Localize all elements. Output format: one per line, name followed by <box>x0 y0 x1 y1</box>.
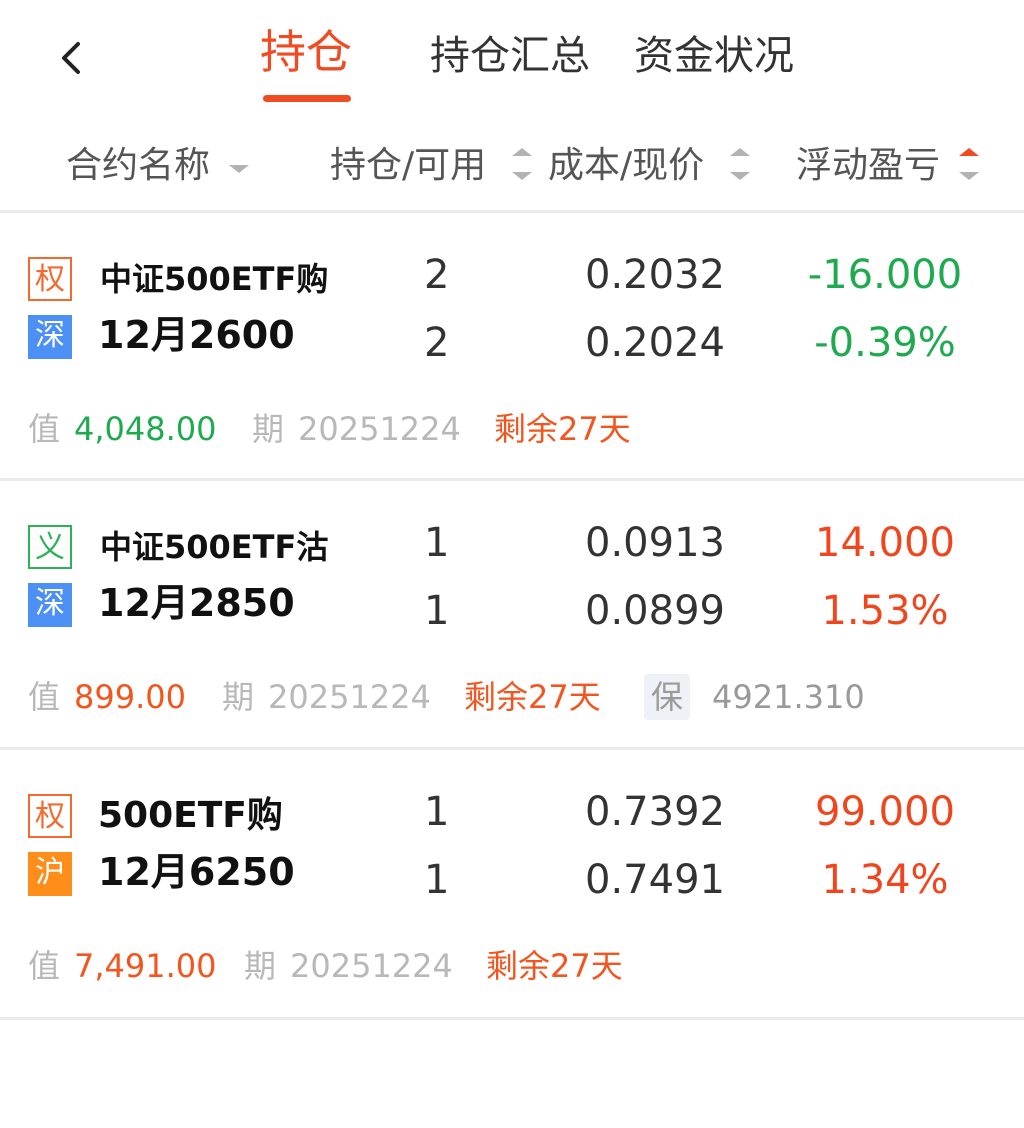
expiry-date: 20251224 <box>298 410 461 448</box>
sort-up-icon <box>730 148 750 156</box>
exchange-badge: 沪 <box>28 852 72 896</box>
expiry-label: 期 <box>222 678 255 716</box>
floating-pnl: 99.000 <box>815 789 955 835</box>
expiry-label: 期 <box>252 410 285 448</box>
active-tab-indicator <box>263 95 351 102</box>
position-row[interactable]: 权 500ETF购 沪 12月6250 1 1 0.7392 0.7491 99… <box>0 750 1024 1018</box>
available-qty: 2 <box>424 320 450 366</box>
position-qty: 1 <box>424 789 450 835</box>
days-remaining: 剩余27天 <box>486 947 623 985</box>
position-row[interactable]: 义 中证500ETF沽 深 12月2850 1 1 0.0913 0.0899 … <box>0 481 1024 749</box>
back-button[interactable] <box>50 34 94 82</box>
tab-fund-status[interactable]: 资金状况 <box>634 28 794 84</box>
cost-price: 0.0913 <box>585 520 725 566</box>
sort-down-icon <box>730 172 750 180</box>
expiry-date: 20251224 <box>268 678 431 716</box>
top-nav-bar: 持仓 持仓汇总 资金状况 <box>0 0 1024 110</box>
value-label: 值 <box>28 678 61 716</box>
option-type-badge: 权 <box>28 794 72 838</box>
market-value: 7,491.00 <box>74 947 217 985</box>
floating-pnl-percent: -0.39% <box>814 320 956 366</box>
option-type-badge: 权 <box>28 257 72 301</box>
dropdown-icon <box>229 165 249 173</box>
market-value: 4,048.00 <box>74 410 217 448</box>
column-contract-name[interactable]: 合约名称 <box>66 138 210 194</box>
floating-pnl-percent: 1.34% <box>821 857 949 903</box>
divider <box>0 1017 1024 1020</box>
current-price: 0.7491 <box>585 857 725 903</box>
column-position-available[interactable]: 持仓/可用 <box>330 138 486 194</box>
position-qty: 2 <box>424 252 450 298</box>
margin-amount: 4921.310 <box>712 678 865 716</box>
sort-down-icon <box>959 172 979 180</box>
exchange-badge: 深 <box>28 583 72 627</box>
sort-down-icon <box>512 172 532 180</box>
contract-month-strike: 12月2600 <box>98 313 295 357</box>
column-cost-current[interactable]: 成本/现价 <box>548 138 704 194</box>
days-remaining: 剩余27天 <box>464 678 601 716</box>
tab-positions[interactable]: 持仓 <box>260 24 352 80</box>
position-qty: 1 <box>424 520 450 566</box>
cost-price: 0.2032 <box>585 252 725 298</box>
floating-pnl: -16.000 <box>807 252 963 298</box>
market-value: 899.00 <box>74 678 186 716</box>
sort-up-icon <box>512 148 532 156</box>
sort-up-active-icon <box>959 148 979 156</box>
expiry-date: 20251224 <box>290 947 453 985</box>
value-label: 值 <box>28 410 61 448</box>
available-qty: 1 <box>424 857 450 903</box>
available-qty: 1 <box>424 588 450 634</box>
option-type-badge: 义 <box>28 525 72 569</box>
contract-name: 中证500ETF购 <box>100 260 329 298</box>
contract-month-strike: 12月2850 <box>98 581 295 625</box>
margin-badge: 保 <box>644 674 690 720</box>
floating-pnl: 14.000 <box>815 520 955 566</box>
contract-name: 500ETF购 <box>98 795 283 836</box>
days-remaining: 剩余27天 <box>494 410 631 448</box>
contract-month-strike: 12月6250 <box>98 850 295 894</box>
value-label: 值 <box>28 947 61 985</box>
column-floating-pnl[interactable]: 浮动盈亏 <box>796 138 940 194</box>
contract-name: 中证500ETF沽 <box>100 528 329 566</box>
chevron-left-icon <box>62 42 80 74</box>
expiry-label: 期 <box>244 947 277 985</box>
floating-pnl-percent: 1.53% <box>821 588 949 634</box>
tab-position-summary[interactable]: 持仓汇总 <box>430 28 590 84</box>
current-price: 0.0899 <box>585 588 725 634</box>
cost-price: 0.7392 <box>585 789 725 835</box>
exchange-badge: 深 <box>28 315 72 359</box>
position-row[interactable]: 权 中证500ETF购 深 12月2600 2 2 0.2032 0.2024 … <box>0 213 1024 481</box>
current-price: 0.2024 <box>585 320 725 366</box>
column-header-row: 合约名称 持仓/可用 成本/现价 浮动盈亏 <box>0 128 1024 200</box>
